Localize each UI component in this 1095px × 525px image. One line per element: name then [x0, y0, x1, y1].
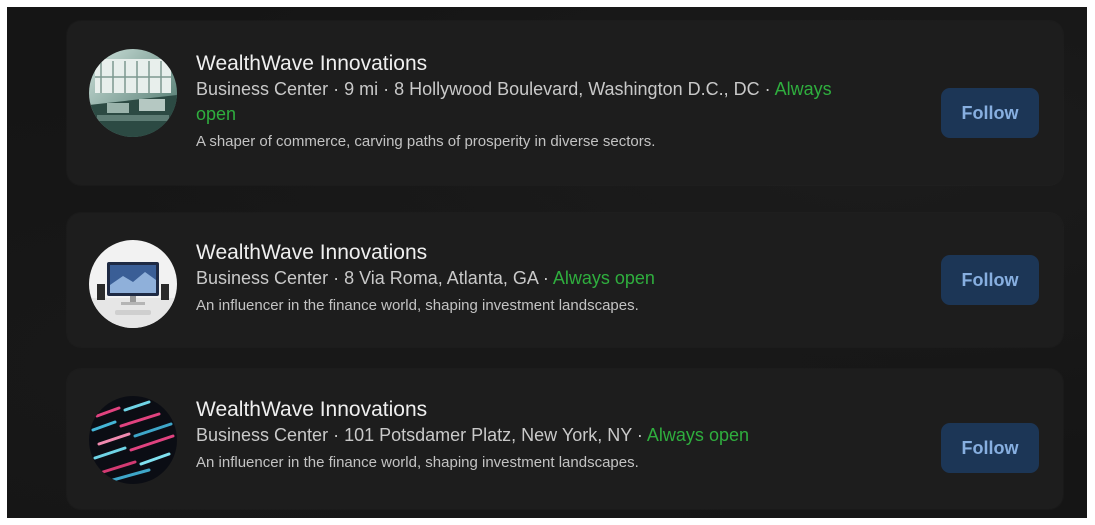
business-hours-status: Always open	[646, 425, 749, 445]
monitor-desk-photo-icon	[89, 240, 177, 328]
results-list: WealthWave Innovations Business Center ·…	[7, 7, 1087, 518]
business-description: An influencer in the finance world, shap…	[196, 297, 639, 314]
meta-separator: ·	[328, 425, 345, 445]
business-name[interactable]: WealthWave Innovations	[196, 397, 863, 423]
result-info: WealthWave Innovations Business Center ·…	[196, 51, 863, 153]
business-category: Business Center	[196, 268, 329, 288]
meta-separator: ·	[378, 79, 395, 99]
meta-separator: ·	[328, 79, 345, 99]
result-card[interactable]: WealthWave Innovations Business Center ·…	[67, 213, 1063, 347]
follow-button[interactable]: Follow	[941, 255, 1039, 305]
business-category: Business Center	[196, 79, 329, 99]
result-info: WealthWave Innovations Business Center ·…	[196, 240, 863, 317]
business-category: Business Center	[196, 425, 329, 445]
business-description: A shaper of commerce, carving paths of p…	[196, 133, 656, 150]
office-interior-photo-icon	[89, 49, 177, 137]
meta-separator: ·	[537, 268, 553, 288]
business-hours-status: Always open	[552, 268, 655, 288]
business-address: 8 Via Roma, Atlanta, GA	[344, 268, 538, 288]
meta-separator: ·	[328, 268, 345, 288]
business-avatar[interactable]	[89, 240, 177, 328]
business-avatar[interactable]	[89, 49, 177, 137]
business-avatar[interactable]	[89, 396, 177, 484]
data-code-photo-icon	[89, 396, 177, 484]
business-name[interactable]: WealthWave Innovations	[196, 51, 863, 77]
business-distance: 9 mi	[344, 79, 379, 99]
business-address: 8 Hollywood Boulevard, Washington D.C., …	[394, 79, 760, 99]
follow-button[interactable]: Follow	[941, 88, 1039, 138]
result-card[interactable]: WealthWave Innovations Business Center ·…	[67, 369, 1063, 509]
business-description: An influencer in the finance world, shap…	[196, 454, 639, 471]
business-meta: Business Center · 8 Via Roma, Atlanta, G…	[196, 266, 863, 291]
follow-button[interactable]: Follow	[941, 423, 1039, 473]
business-meta: Business Center · 101 Potsdamer Platz, N…	[196, 423, 863, 448]
result-info: WealthWave Innovations Business Center ·…	[196, 397, 863, 474]
business-meta: Business Center · 9 mi · 8 Hollywood Bou…	[196, 77, 863, 127]
business-name[interactable]: WealthWave Innovations	[196, 240, 863, 266]
result-card[interactable]: WealthWave Innovations Business Center ·…	[67, 21, 1063, 185]
business-address: 101 Potsdamer Platz, New York, NY	[344, 425, 632, 445]
meta-separator: ·	[631, 425, 647, 445]
meta-separator: ·	[759, 79, 775, 99]
